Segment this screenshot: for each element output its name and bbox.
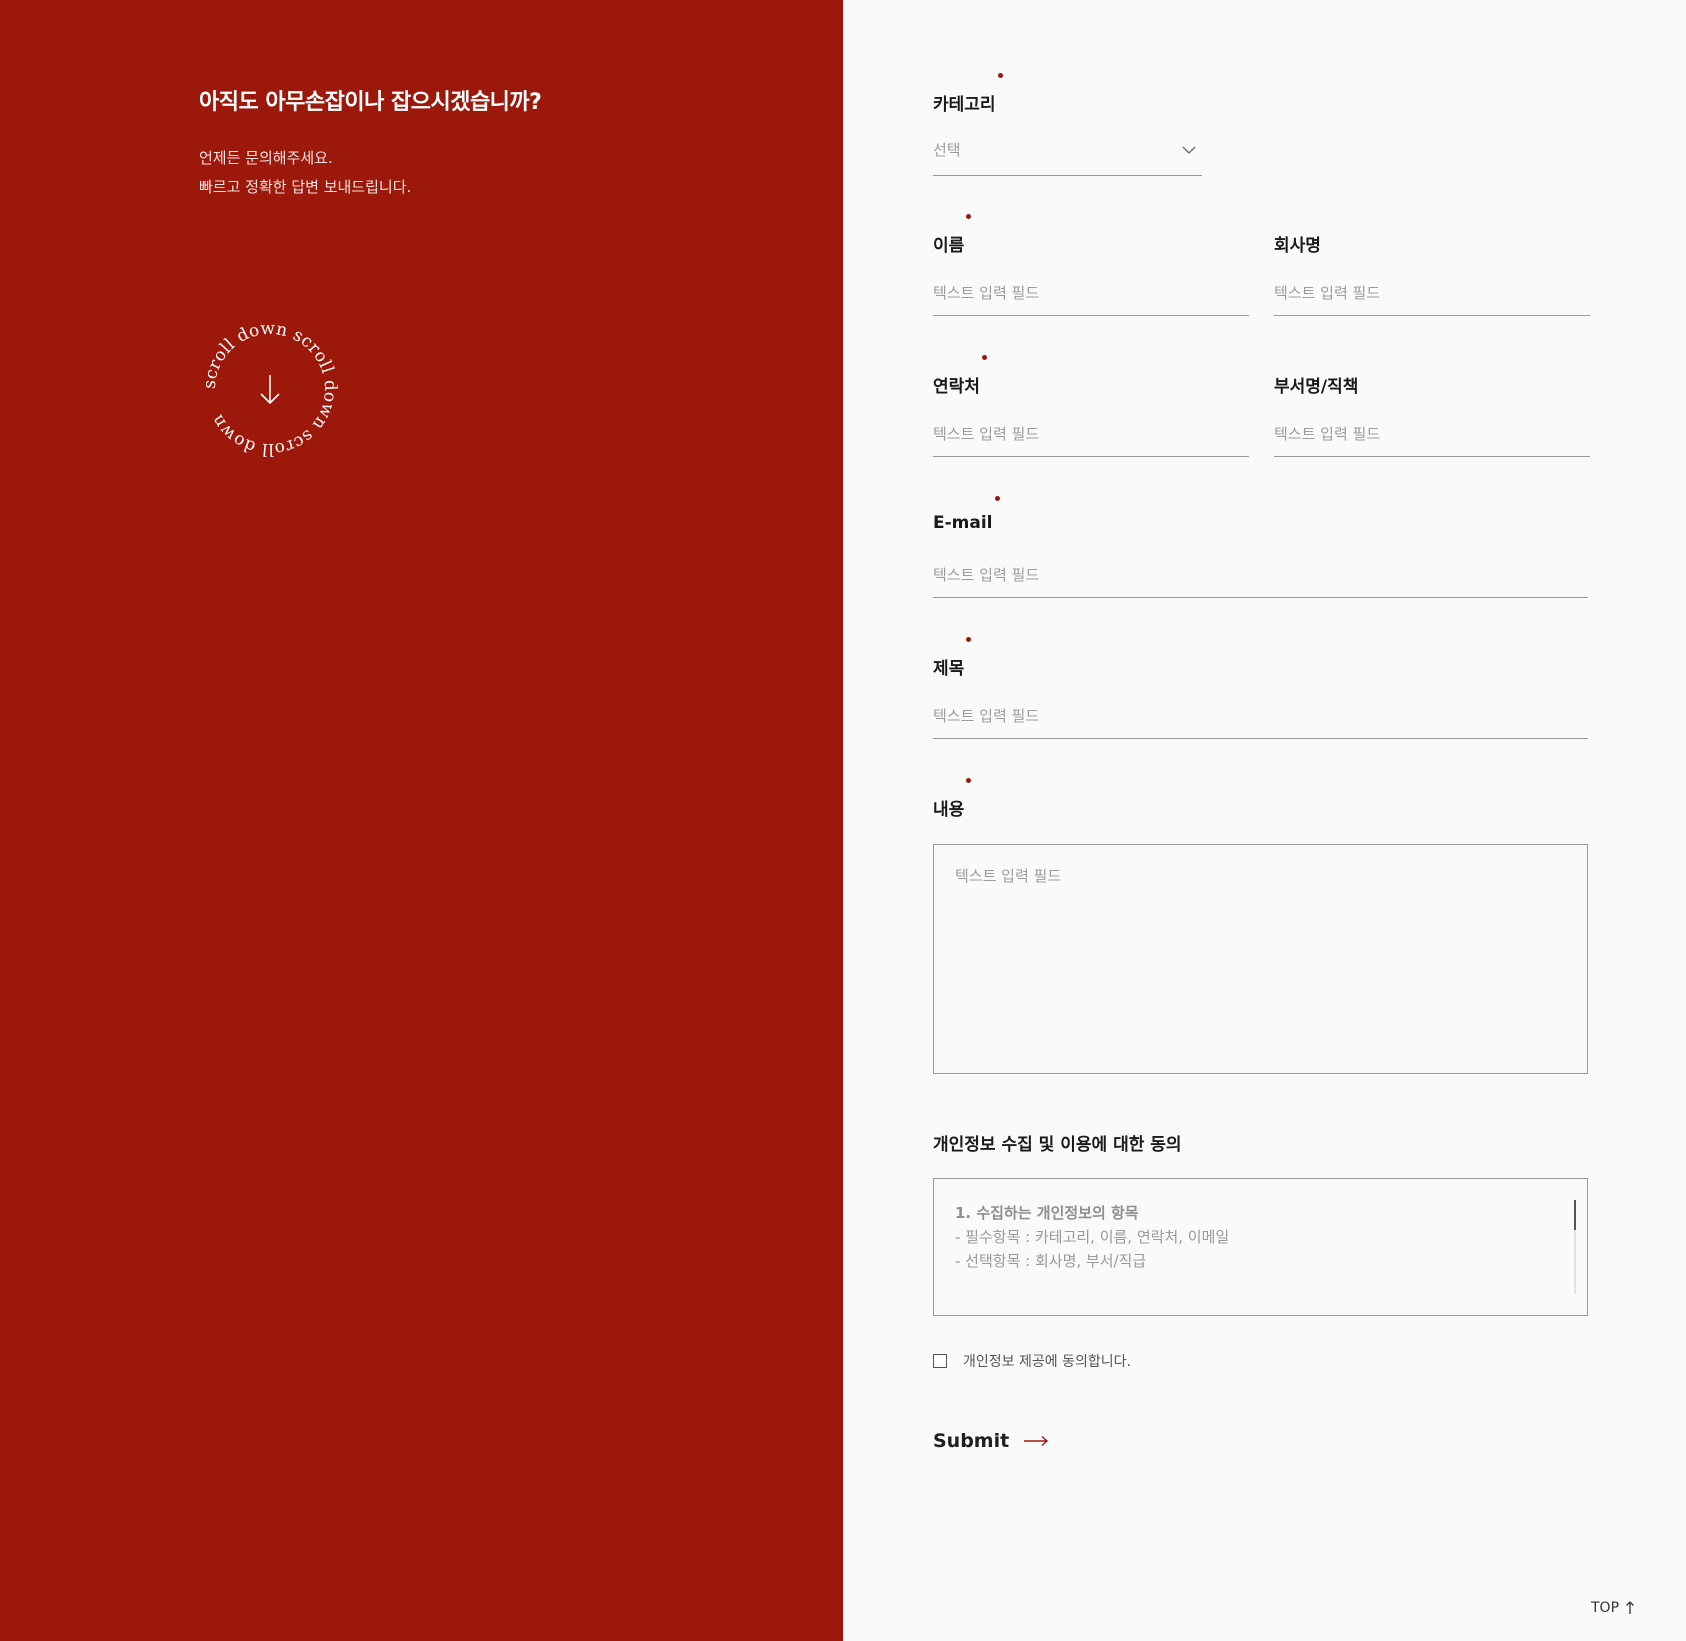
required-dot: [966, 214, 972, 219]
department-label: 부서명/직책: [1274, 377, 1359, 397]
privacy-heading: 1. 수집하는 개인정보의 항목: [955, 1204, 1139, 1222]
privacy-line-optional: - 선택항목 : 회사명, 부서/직급: [955, 1252, 1147, 1270]
submit-button[interactable]: Submit: [933, 1430, 1049, 1452]
department-field[interactable]: [1274, 413, 1590, 457]
arrow-up-icon: [1626, 1601, 1634, 1614]
email-label: E-mail: [933, 496, 1000, 533]
subject-label: 제목: [933, 637, 972, 679]
name-label: 이름: [933, 214, 972, 256]
content-label: 내용: [933, 778, 972, 820]
intro-description-line-2: 빠르고 정확한 답변 보내드립니다.: [199, 178, 412, 196]
department-input[interactable]: [1274, 413, 1590, 455]
required-dot: [966, 637, 972, 642]
chevron-down-icon: [1182, 146, 1196, 154]
arrow-right-icon: [1024, 1435, 1049, 1447]
company-field[interactable]: [1274, 272, 1590, 316]
intro-panel: 아직도 아무손잡이나 잡으시겠습니까? 언제든 문의해주세요. 빠르고 정확한 …: [0, 0, 843, 1641]
company-input[interactable]: [1274, 272, 1590, 314]
privacy-line-required: - 필수항목 : 카테고리, 이름, 연락처, 이메일: [955, 1228, 1230, 1246]
intro-description: 언제든 문의해주세요. 빠르고 정확한 답변 보내드립니다.: [199, 144, 411, 202]
required-dot: [966, 778, 972, 783]
content-field[interactable]: [933, 844, 1588, 1074]
phone-label: 연락처: [933, 355, 987, 397]
back-to-top-button[interactable]: TOP: [1591, 1600, 1635, 1616]
back-to-top-label: TOP: [1591, 1600, 1620, 1616]
category-label: 카테고리: [933, 73, 1003, 115]
email-field[interactable]: [933, 554, 1588, 598]
privacy-agree-checkbox[interactable]: [933, 1354, 947, 1368]
intro-description-line-1: 언제든 문의해주세요.: [199, 149, 333, 167]
subject-field[interactable]: [933, 695, 1588, 739]
contact-form: 카테고리 선택 이름 회사명 연락처 부서명/직책 E-mail 제목: [843, 0, 1686, 1641]
privacy-terms-box[interactable]: 1. 수집하는 개인정보의 항목 - 필수항목 : 카테고리, 이름, 연락처,…: [933, 1178, 1588, 1316]
email-input[interactable]: [933, 554, 1588, 596]
subject-input[interactable]: [933, 695, 1588, 737]
privacy-scrollbar-thumb[interactable]: [1574, 1200, 1576, 1230]
scroll-down-badge[interactable]: scroll down scroll down scroll down: [195, 314, 345, 464]
required-dot: [997, 73, 1003, 78]
privacy-scrollbar[interactable]: [1574, 1200, 1576, 1294]
company-label: 회사명: [1274, 236, 1321, 256]
content-textarea[interactable]: [934, 845, 1587, 1073]
phone-field[interactable]: [933, 413, 1249, 457]
name-field[interactable]: [933, 272, 1249, 316]
category-select[interactable]: 선택: [933, 130, 1202, 176]
page-headline: 아직도 아무손잡이나 잡으시겠습니까?: [199, 90, 542, 115]
privacy-agree-label: 개인정보 제공에 동의합니다.: [963, 1354, 1131, 1370]
name-input[interactable]: [933, 272, 1249, 314]
privacy-title: 개인정보 수집 및 이용에 대한 동의: [933, 1135, 1182, 1155]
privacy-agree[interactable]: 개인정보 제공에 동의합니다.: [933, 1351, 1131, 1371]
submit-label: Submit: [933, 1430, 1010, 1452]
arrow-down-icon: [260, 375, 280, 405]
scroll-down-circle-icon: scroll down scroll down scroll down: [200, 319, 340, 459]
category-select-value: 선택: [933, 141, 961, 159]
required-dot: [981, 355, 987, 360]
required-dot: [994, 496, 1000, 501]
phone-input[interactable]: [933, 413, 1249, 455]
